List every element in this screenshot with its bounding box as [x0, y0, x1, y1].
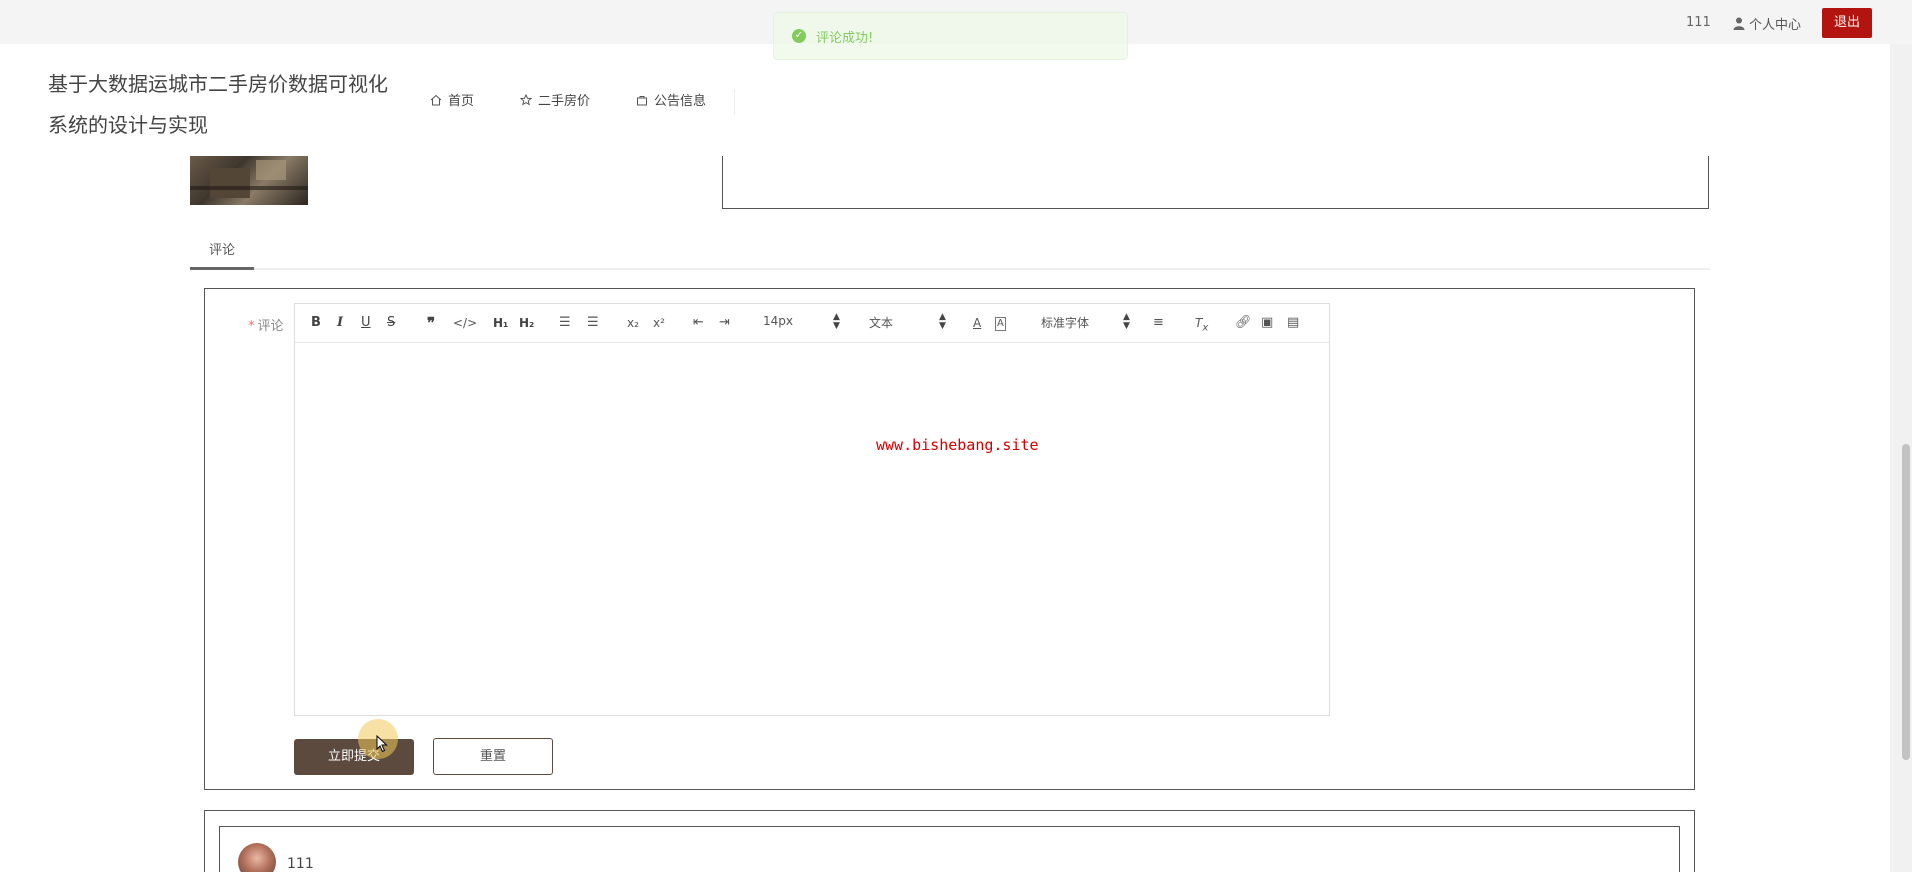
nav-item-second-hand-prices[interactable]: 二手房价 [520, 90, 590, 109]
logout-button[interactable]: 退出 [1822, 8, 1872, 38]
link-icon[interactable]: 🔗︎ [1235, 315, 1252, 331]
bullet-list-icon[interactable]: ☰ [587, 315, 599, 331]
nav-divider [734, 89, 735, 115]
outdent-icon[interactable]: ⇤ [693, 315, 704, 331]
heading1-icon[interactable]: H₁ [493, 315, 508, 331]
code-block-icon[interactable]: </> [453, 315, 477, 331]
font-size-select[interactable]: 14px [763, 314, 793, 328]
property-info-box [722, 156, 1709, 209]
reset-button[interactable]: 重置 [433, 738, 553, 775]
text-type-select[interactable]: 文本 [869, 314, 893, 331]
bold-icon[interactable]: B [311, 315, 321, 331]
underline-icon[interactable]: U [361, 315, 371, 331]
clear-format-icon[interactable]: Tx [1195, 315, 1208, 336]
video-icon[interactable]: ▤ [1287, 315, 1299, 331]
comment-username: 111 [287, 856, 314, 872]
strikethrough-icon[interactable]: S [387, 315, 395, 331]
site-header: 基于大数据运城市二手房价数据可视化系统的设计与实现 首页 二手房价 公告信息 [0, 44, 1890, 156]
star-icon [520, 93, 533, 106]
comment-editor[interactable] [294, 342, 1330, 716]
font-family-select[interactable]: 标准字体 [1041, 314, 1089, 331]
mouse-pointer-icon [376, 735, 388, 753]
blockquote-icon[interactable]: ❞ [427, 315, 435, 331]
ordered-list-icon[interactable]: ☰ [559, 315, 571, 331]
comment-label-text: 评论 [257, 319, 284, 334]
background-color-icon[interactable]: A [995, 317, 1006, 331]
personal-center-label: 个人中心 [1749, 18, 1802, 33]
scrollbar-thumb[interactable] [1902, 444, 1910, 760]
comment-item [219, 826, 1680, 872]
nav-item-label: 二手房价 [538, 94, 591, 109]
nav-item-label: 公告信息 [654, 94, 707, 109]
subscript-icon[interactable]: x₂ [627, 315, 639, 331]
property-image [190, 156, 308, 205]
italic-icon[interactable]: I [337, 315, 343, 331]
chevron-updown-icon: ▲ ▼ [1123, 312, 1130, 331]
comment-field-label: * 评论 [248, 315, 284, 334]
superscript-icon[interactable]: x² [653, 315, 665, 331]
chevron-updown-icon: ▲ ▼ [833, 312, 840, 331]
nav-item-home[interactable]: 首页 [430, 90, 474, 109]
chevron-updown-icon: ▲ ▼ [939, 312, 946, 331]
main-nav: 首页 二手房价 公告信息 [430, 90, 752, 109]
home-icon [430, 94, 442, 105]
personal-center-link[interactable]: 个人中心 [1733, 14, 1801, 33]
toast-message: 评论成功! [816, 30, 874, 46]
check-circle-icon: ✓ [792, 29, 806, 43]
heading2-icon[interactable]: H₂ [519, 315, 534, 331]
success-toast: ✓ 评论成功! [773, 12, 1128, 60]
font-color-icon[interactable]: A [973, 315, 981, 331]
required-mark: * [248, 319, 255, 334]
align-icon[interactable]: ≡ [1153, 315, 1164, 331]
watermark-text: www.bishebang.site [876, 436, 1039, 454]
indent-icon[interactable]: ⇥ [719, 315, 730, 331]
page: 111 个人中心 退出 基于大数据运城市二手房价数据可视化系统的设计与实现 首页 [0, 0, 1912, 872]
detail-tabs: 评论 [190, 234, 1710, 270]
nav-item-announcements[interactable]: 公告信息 [636, 90, 706, 109]
rich-text-toolbar: B I U S ❞ </> H₁ H₂ ☰ ☰ x₂ x² ⇤ ⇥ 14px ▲… [294, 303, 1330, 343]
nav-item-label: 首页 [448, 94, 475, 109]
bag-icon [637, 95, 648, 105]
username-label: 111 [1686, 15, 1711, 30]
tab-comment[interactable]: 评论 [190, 242, 254, 270]
user-icon [1733, 17, 1745, 30]
image-icon[interactable]: ▣ [1261, 315, 1273, 331]
site-title: 基于大数据运城市二手房价数据可视化系统的设计与实现 [48, 72, 388, 137]
